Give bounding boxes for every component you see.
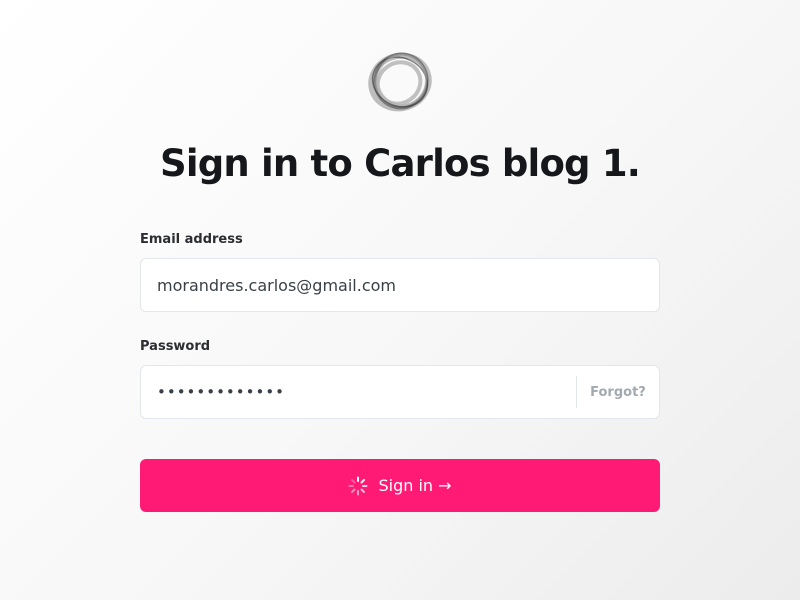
loading-spinner-icon [348, 476, 368, 496]
ring-logo-icon [366, 50, 434, 114]
email-group: Email address [140, 230, 660, 312]
page-title: Sign in to Carlos blog 1. [159, 142, 641, 185]
email-field-container [140, 258, 660, 312]
forgot-password-link[interactable]: Forgot? [577, 385, 659, 400]
sign-in-form: Email address Password Forgot? [140, 230, 660, 419]
sign-in-label: Sign in → [378, 476, 452, 495]
password-label: Password [140, 339, 211, 354]
password-group: Password Forgot? [140, 337, 660, 419]
email-label: Email address [140, 232, 243, 247]
password-field[interactable] [141, 366, 576, 418]
email-field[interactable] [141, 259, 659, 311]
sign-in-button[interactable]: Sign in → [140, 459, 660, 512]
password-field-container: Forgot? [140, 365, 660, 419]
